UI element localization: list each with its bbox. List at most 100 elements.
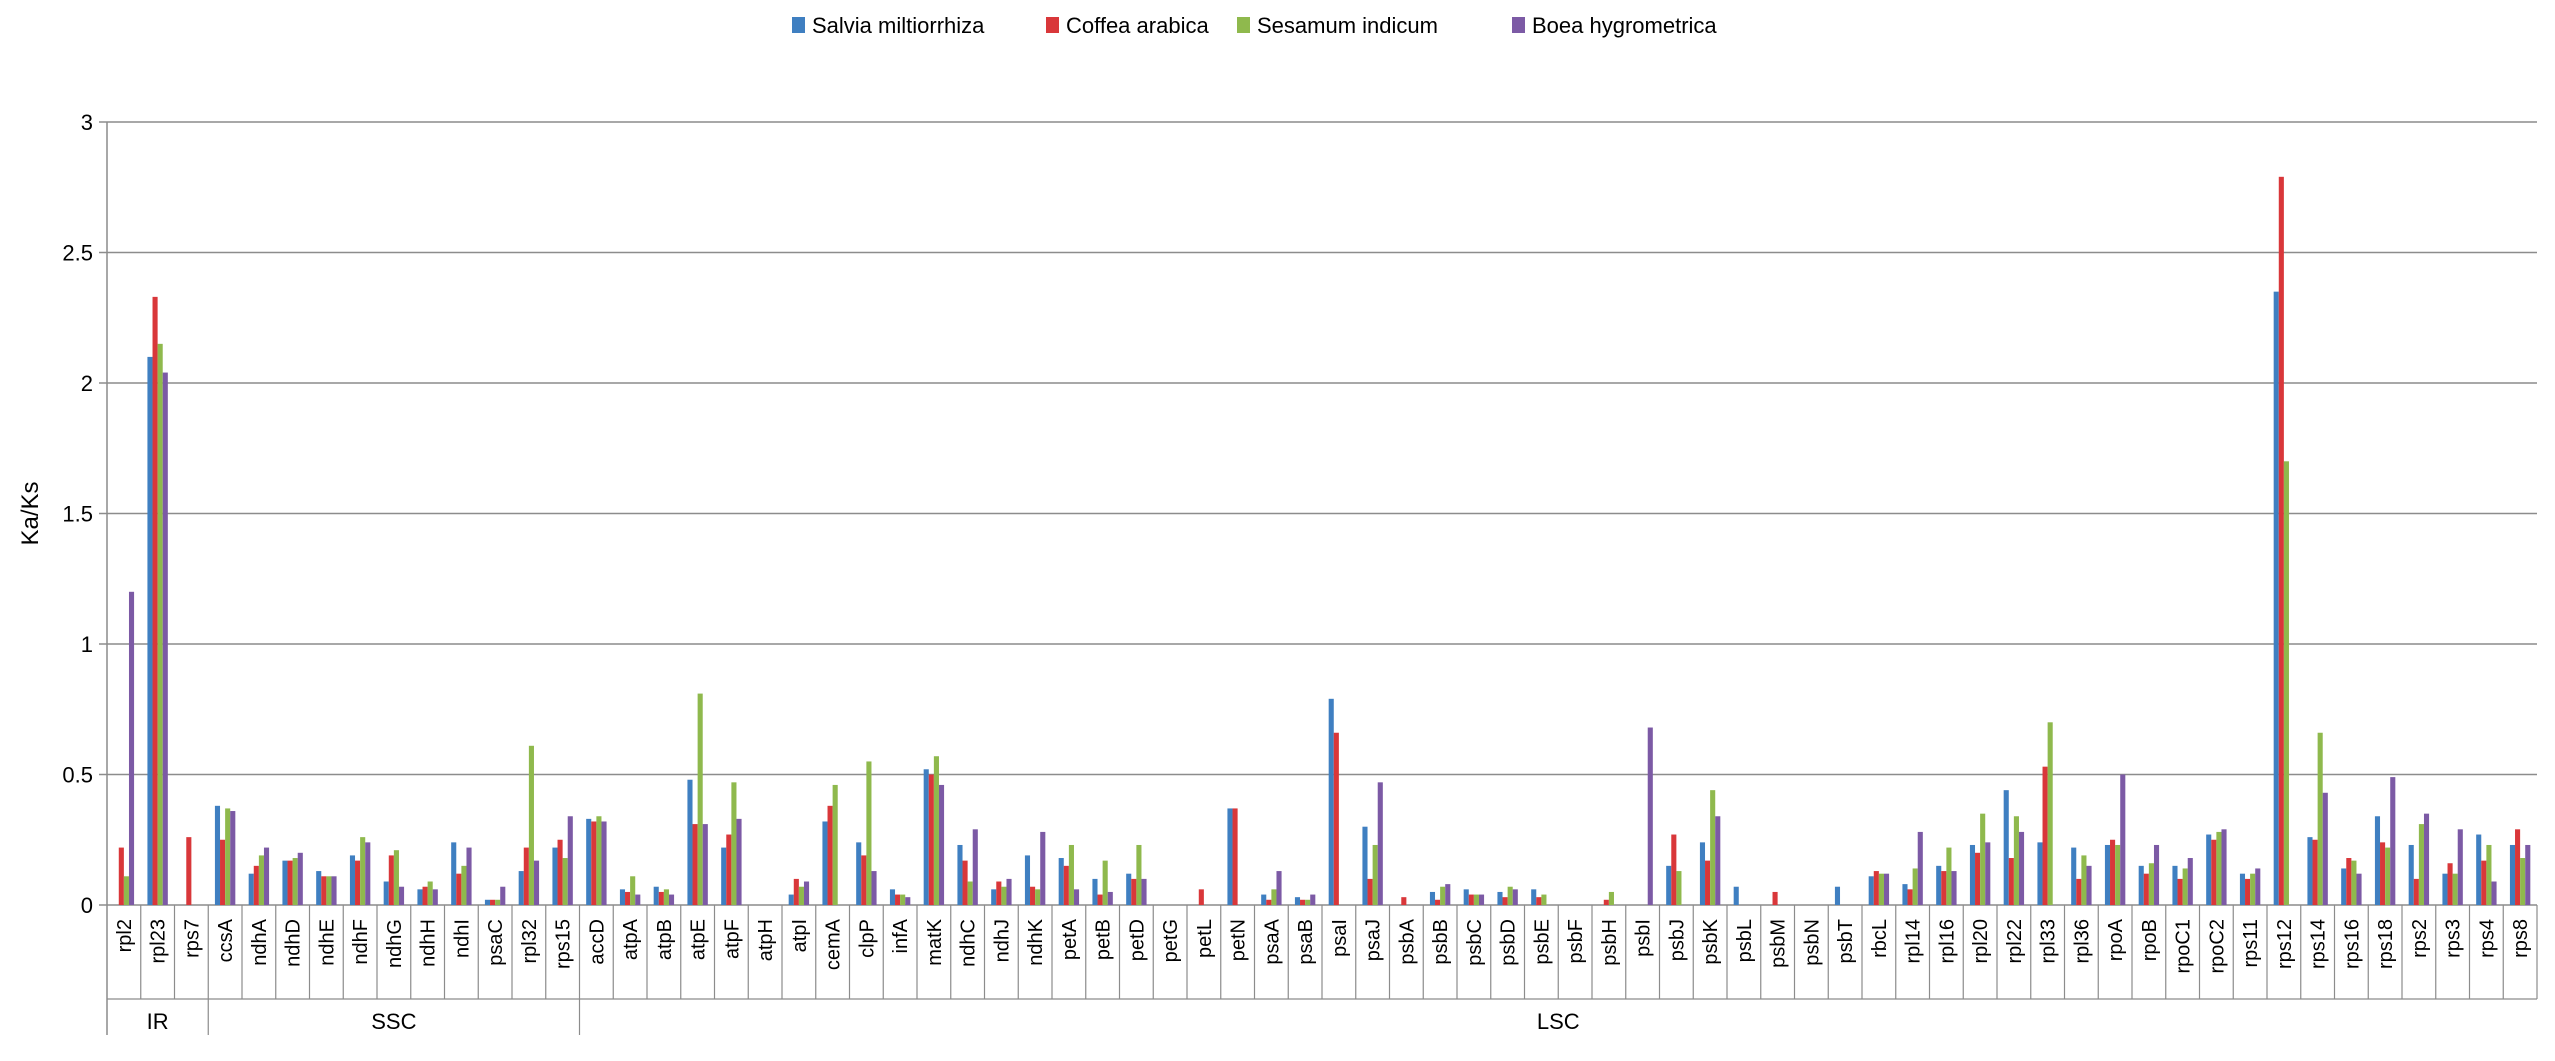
- bar: [1333, 732, 1339, 905]
- bar: [2255, 868, 2261, 905]
- x-tick-label: rbcL: [1869, 919, 1891, 958]
- bar: [2447, 863, 2453, 905]
- bar: [1834, 886, 1841, 905]
- bar: [316, 871, 322, 905]
- bar: [484, 899, 491, 905]
- x-tick-label: rpoB: [2139, 919, 2161, 961]
- bar: [1873, 871, 1879, 905]
- x-tick-label: accD: [586, 919, 608, 965]
- bar: [2356, 873, 2362, 905]
- x-tick-label: petN: [1228, 919, 1250, 961]
- bar: [1092, 878, 1098, 905]
- bar: [2148, 863, 2154, 905]
- bar: [1058, 858, 1064, 905]
- bar: [1367, 878, 1373, 905]
- bar: [552, 847, 558, 905]
- bar: [1136, 844, 1142, 905]
- y-tick-label: 3: [81, 110, 93, 135]
- bar-chart: 0 0.5 1 1.5 2 2.5 3 Ka/Ks rpl2 rpl23 rps7 ccsA ndhA n…: [17, 13, 2538, 1035]
- bar: [596, 816, 602, 905]
- bar: [321, 876, 327, 905]
- bar: [393, 850, 399, 905]
- bar: [1733, 886, 1739, 905]
- bar: [2418, 824, 2424, 905]
- bar: [2307, 837, 2313, 905]
- x-tick-label: rps3: [2443, 919, 2465, 958]
- bar: [1126, 873, 1132, 905]
- bar: [557, 839, 563, 905]
- bar: [1473, 894, 1479, 905]
- bar: [905, 897, 911, 905]
- bar: [1502, 897, 1508, 905]
- legend-label: Boea hygrometrica: [1532, 13, 1717, 38]
- bar: [591, 821, 597, 905]
- bar: [1097, 894, 1103, 905]
- bar: [287, 860, 293, 905]
- bar: [2491, 881, 2497, 905]
- bar: [1878, 873, 1884, 905]
- bar: [1040, 831, 1046, 905]
- x-tick-label: rps4: [2476, 919, 2498, 958]
- bar: [1715, 816, 1721, 905]
- bar: [861, 855, 867, 905]
- bar: [398, 886, 405, 905]
- bar: [1261, 894, 1267, 905]
- legend-swatch: [1046, 17, 1059, 33]
- bar: [292, 858, 298, 905]
- y-tick-label: 1: [81, 632, 93, 657]
- bar: [152, 296, 158, 905]
- bar: [2211, 839, 2217, 905]
- bar: [1310, 894, 1316, 905]
- x-tick-label: atpH: [755, 919, 777, 961]
- bar: [871, 871, 877, 905]
- bar: [2476, 834, 2482, 905]
- bar: [788, 894, 794, 905]
- bar: [2317, 732, 2323, 905]
- bar: [1969, 844, 1976, 905]
- bar: [349, 855, 356, 905]
- bar: [653, 886, 659, 905]
- bar: [2018, 831, 2025, 905]
- bar: [253, 865, 259, 905]
- bar: [967, 881, 973, 905]
- x-tick-label: ccsA: [215, 918, 237, 962]
- bar: [2143, 873, 2149, 905]
- bar: [803, 881, 810, 905]
- group-label: LSC: [1537, 1009, 1580, 1034]
- bar: [1266, 899, 1272, 905]
- bar: [1985, 842, 1991, 905]
- bar: [248, 873, 254, 905]
- bar: [147, 356, 153, 905]
- bar: [2278, 176, 2284, 905]
- bar: [2486, 844, 2492, 905]
- bar: [1328, 698, 1334, 905]
- bar: [798, 886, 804, 905]
- bar: [1435, 899, 1441, 905]
- bar: [697, 693, 703, 905]
- bar: [2120, 774, 2126, 905]
- bar: [1541, 894, 1547, 905]
- bar: [162, 372, 168, 905]
- bar: [2413, 878, 2419, 905]
- bar: [118, 847, 124, 905]
- x-tick-label: rpl32: [519, 919, 541, 963]
- bar: [1468, 894, 1474, 905]
- bar: [736, 818, 742, 905]
- bar: [2525, 844, 2531, 905]
- bar: [2115, 844, 2121, 905]
- x-tick-label: rpl14: [1903, 919, 1925, 963]
- bar: [1907, 889, 1913, 905]
- x-tick-label: rps7: [181, 919, 203, 958]
- x-tick-label: psbK: [1700, 918, 1722, 964]
- bar: [2481, 860, 2487, 905]
- bar: [1710, 790, 1716, 905]
- bar: [1035, 889, 1041, 905]
- bar: [827, 805, 833, 905]
- bar: [1107, 891, 1113, 905]
- bar: [2515, 829, 2521, 905]
- bar: [1068, 844, 1074, 905]
- bar: [991, 889, 997, 905]
- bar: [2076, 878, 2082, 905]
- bar: [1507, 886, 1513, 905]
- bar: [2042, 766, 2048, 905]
